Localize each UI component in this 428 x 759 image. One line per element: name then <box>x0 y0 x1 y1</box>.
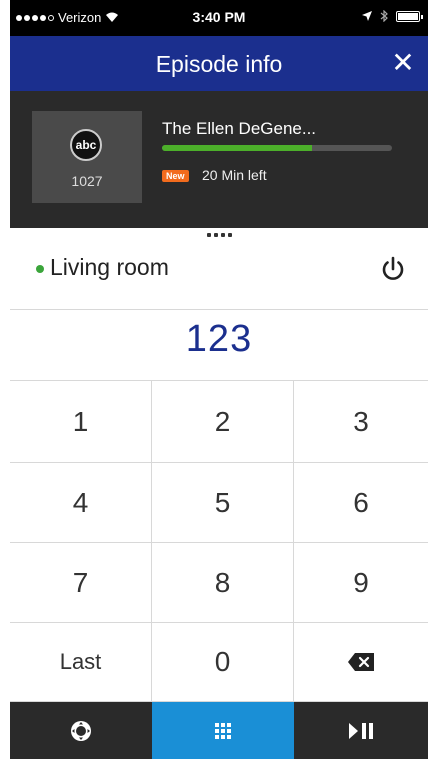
close-button[interactable]: ✕ <box>388 48 418 78</box>
network-logo: abc <box>70 129 102 161</box>
play-pause-icon <box>349 722 373 739</box>
divider <box>10 309 428 310</box>
number-keypad: 1 2 3 4 5 6 7 8 9 Last 0 <box>10 380 428 702</box>
key-2[interactable]: 2 <box>152 381 294 463</box>
bluetooth-icon <box>380 10 388 22</box>
status-right <box>362 10 423 22</box>
episode-info-header: Episode info ✕ <box>10 36 428 91</box>
show-title: The Ellen DeGene... <box>162 119 317 138</box>
power-icon[interactable] <box>378 254 408 284</box>
status-bar: Verizon 3:40 PM <box>10 0 428 36</box>
channel-logo-box: abc 1027 <box>32 111 142 203</box>
key-0[interactable]: 0 <box>152 623 294 702</box>
key-1[interactable]: 1 <box>10 381 152 463</box>
show-progress-bar <box>162 145 392 151</box>
backspace-icon <box>348 653 374 671</box>
directional-pad-icon <box>71 720 91 741</box>
time-left: 20 Min left <box>202 167 267 183</box>
battery-icon <box>396 10 423 22</box>
key-5[interactable]: 5 <box>152 463 294 543</box>
key-3[interactable]: 3 <box>294 381 428 463</box>
directional-pad-button[interactable] <box>10 702 152 759</box>
key-6[interactable]: 6 <box>294 463 428 543</box>
keypad-tab-button[interactable] <box>152 702 294 759</box>
room-name: Living room <box>50 254 169 280</box>
close-icon: ✕ <box>391 47 415 78</box>
room-status-dot <box>36 265 44 273</box>
channel-entry-display: 123 <box>185 318 253 360</box>
key-8[interactable]: 8 <box>152 543 294 623</box>
key-4[interactable]: 4 <box>10 463 152 543</box>
drag-handle[interactable] <box>10 233 428 237</box>
room-selector[interactable]: Living room <box>10 244 428 306</box>
app-screen: Verizon 3:40 PM Episode info ✕ abc 1027 … <box>10 0 428 759</box>
page-title: Episode info <box>155 51 283 77</box>
keypad-grid-icon <box>215 722 231 739</box>
key-9[interactable]: 9 <box>294 543 428 623</box>
show-progress-fill <box>162 145 312 151</box>
backspace-button[interactable] <box>294 623 428 702</box>
key-last[interactable]: Last <box>10 623 152 702</box>
new-badge: New <box>162 170 189 182</box>
play-pause-button[interactable] <box>294 702 428 759</box>
channel-number: 1027 <box>71 173 103 189</box>
location-icon <box>362 11 372 21</box>
bottom-nav <box>10 702 428 759</box>
key-7[interactable]: 7 <box>10 543 152 623</box>
now-playing-card[interactable]: abc 1027 The Ellen DeGene... New 20 Min … <box>10 91 428 228</box>
